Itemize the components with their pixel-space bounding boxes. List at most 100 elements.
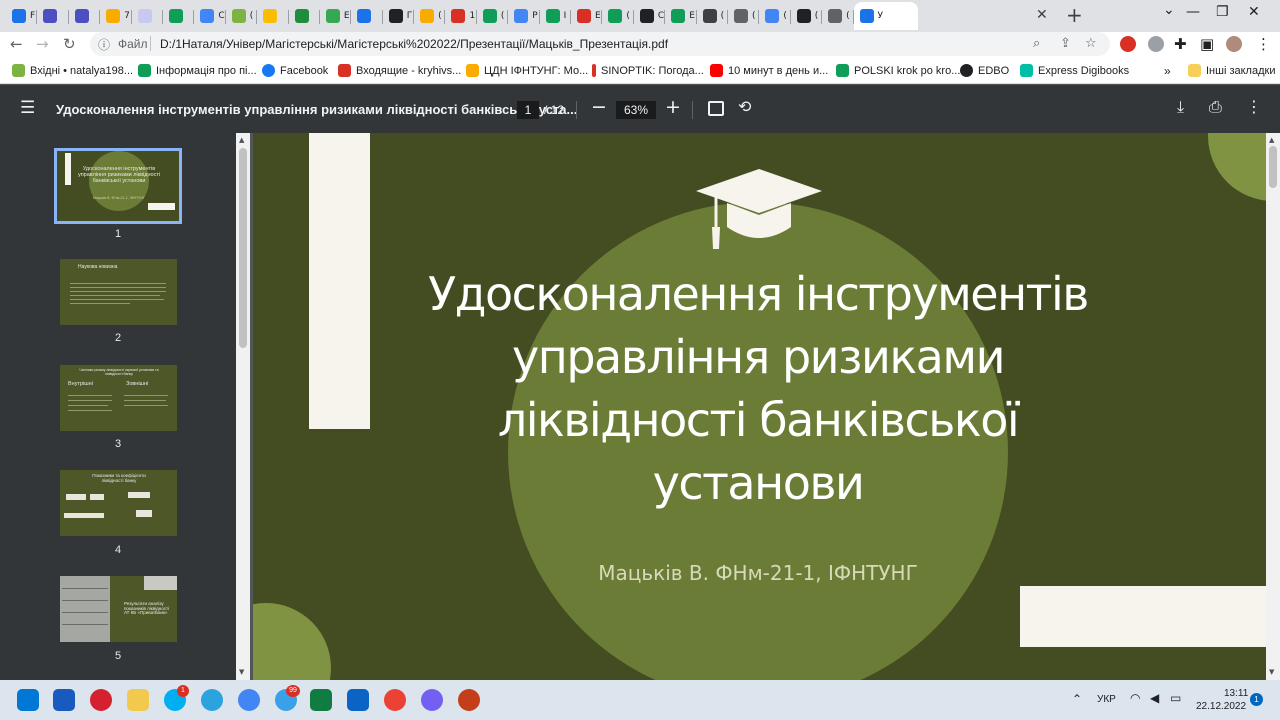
- tray-chevron-icon[interactable]: ⌃: [1072, 692, 1082, 706]
- extensions-puzzle-icon[interactable]: ✚: [1174, 35, 1187, 53]
- maximize-button[interactable]: ❐: [1216, 4, 1229, 20]
- browser-tab[interactable]: C: [194, 4, 227, 28]
- close-tab-icon[interactable]: ✕: [1036, 7, 1048, 23]
- viber-icon[interactable]: [421, 689, 443, 711]
- notification-badge[interactable]: 1: [1250, 693, 1263, 706]
- profile-avatar[interactable]: [1226, 36, 1242, 52]
- browser-tab[interactable]: (: [414, 4, 446, 28]
- pdf-viewer[interactable]: Удосконалення інструментів управління ри…: [250, 133, 1266, 680]
- page-thumbnail-5[interactable]: Результати аналізу показників ліквідност…: [60, 576, 177, 642]
- sidebar-menu-icon[interactable]: ☰: [20, 98, 35, 118]
- file-explorer-icon[interactable]: [127, 689, 149, 711]
- adblock-extension-icon[interactable]: [1120, 36, 1136, 52]
- bookmark-item[interactable]: 10 минут в день и...: [710, 64, 828, 77]
- volume-icon[interactable]: ◀: [1150, 691, 1159, 705]
- browser-tab[interactable]: E: [320, 4, 352, 28]
- browser-tab[interactable]: [37, 4, 70, 28]
- chrome-icon[interactable]: [384, 689, 406, 711]
- browser-tab[interactable]: [289, 4, 321, 28]
- browser-tab[interactable]: (: [226, 4, 258, 28]
- tab-search-icon[interactable]: ⌄: [1163, 2, 1175, 18]
- zoom-level-input[interactable]: 63%: [616, 101, 656, 119]
- browser-tab[interactable]: (: [822, 4, 854, 28]
- browser-tab[interactable]: (: [477, 4, 509, 28]
- fit-to-page-icon[interactable]: [708, 101, 724, 116]
- page-thumbnail-2[interactable]: Наукова новизна: [60, 259, 177, 325]
- zoom-in-button[interactable]: +: [665, 96, 681, 118]
- viewer-scrollbar-thumb[interactable]: [1269, 146, 1277, 188]
- scroll-up-arrow-icon[interactable]: ▲: [1269, 136, 1274, 144]
- url-text[interactable]: D:/1Наталя/Універ/Магістерські/Магістерс…: [160, 37, 668, 51]
- browser-tab[interactable]: (: [602, 4, 635, 28]
- start-button-icon[interactable]: [17, 689, 39, 711]
- battery-icon[interactable]: ▭: [1170, 691, 1181, 705]
- bookmark-item[interactable]: Інформація про пі...: [138, 64, 257, 77]
- forward-icon[interactable]: →: [36, 35, 49, 53]
- bookmark-item[interactable]: Вхідні • natalya198...: [12, 64, 133, 77]
- zoom-out-button[interactable]: −: [591, 96, 607, 118]
- globe-extension-icon[interactable]: [1148, 36, 1164, 52]
- word-icon[interactable]: [53, 689, 75, 711]
- other-bookmarks-folder[interactable]: Інші закладки: [1188, 64, 1275, 77]
- chrome-icon[interactable]: [238, 689, 260, 711]
- address-bar[interactable]: ⓘ Файл D:/1Наталя/Універ/Магістерські/Ма…: [90, 32, 1110, 56]
- powerpoint-icon[interactable]: [458, 689, 480, 711]
- browser-tab[interactable]: E: [571, 4, 603, 28]
- share-icon[interactable]: ⇪: [1060, 36, 1071, 51]
- side-panel-icon[interactable]: ▣: [1200, 35, 1214, 53]
- browser-tab[interactable]: P: [508, 4, 541, 28]
- browser-tab[interactable]: [163, 4, 195, 28]
- bookmark-star-icon[interactable]: ☆: [1085, 36, 1097, 51]
- telegram-icon[interactable]: [201, 689, 223, 711]
- more-options-icon[interactable]: ⋮: [1246, 97, 1262, 116]
- bookmark-item[interactable]: Входящие - kryhivs...: [338, 64, 461, 77]
- sidebar-scrollbar-thumb[interactable]: [239, 148, 247, 348]
- browser-tab[interactable]: 1: [445, 4, 478, 28]
- opera-icon[interactable]: [90, 689, 112, 711]
- download-icon[interactable]: ⤓: [1177, 97, 1184, 117]
- page-thumbnail-4[interactable]: Показники та коефіцієнти ліквідності бан…: [60, 470, 177, 536]
- info-icon[interactable]: ⓘ: [98, 36, 110, 53]
- outlook-icon[interactable]: [347, 689, 369, 711]
- page-thumbnail-3[interactable]: Чинники ризику ліквідності окремої устан…: [60, 365, 177, 431]
- bookmark-item[interactable]: SINOPTIK: Погода...: [592, 64, 704, 77]
- minimize-button[interactable]: —: [1186, 4, 1200, 20]
- browser-tab-active[interactable]: У: [853, 2, 918, 30]
- clock-time[interactable]: 13:11: [1224, 688, 1248, 699]
- back-icon[interactable]: ←: [10, 35, 23, 53]
- window-close-button[interactable]: ✕: [1248, 4, 1260, 20]
- browser-tab[interactable]: (: [791, 4, 823, 28]
- browser-tab[interactable]: C: [634, 4, 666, 28]
- bookmark-item[interactable]: ЦДН ІФНТУНГ: Мо...: [466, 64, 588, 77]
- scroll-down-arrow-icon[interactable]: ▼: [239, 668, 244, 676]
- browser-tab[interactable]: (: [728, 4, 760, 28]
- bookmark-item[interactable]: Facebook: [262, 64, 328, 77]
- zoom-icon[interactable]: ⌕: [1033, 36, 1040, 51]
- bookmark-item[interactable]: Express Digibooks: [1020, 64, 1129, 77]
- browser-tab[interactable]: (: [759, 4, 792, 28]
- clock-date[interactable]: 22.12.2022: [1196, 701, 1246, 712]
- scroll-down-arrow-icon[interactable]: ▼: [1269, 668, 1274, 676]
- new-tab-button[interactable]: +: [1066, 3, 1083, 27]
- wifi-icon[interactable]: ◠: [1130, 691, 1140, 705]
- browser-tab[interactable]: F: [6, 4, 38, 28]
- browser-tab[interactable]: [132, 4, 164, 28]
- browser-tab[interactable]: I: [540, 4, 572, 28]
- bookmark-item[interactable]: EDBO: [960, 64, 1009, 77]
- browser-tab[interactable]: [257, 4, 289, 28]
- rotate-icon[interactable]: ⟲: [738, 97, 751, 116]
- browser-tab[interactable]: Г: [383, 4, 415, 28]
- excel-icon[interactable]: [310, 689, 332, 711]
- language-indicator[interactable]: УКР: [1097, 694, 1116, 705]
- print-icon[interactable]: ⎙: [1209, 97, 1222, 117]
- viewer-scrollbar[interactable]: [1266, 133, 1280, 680]
- page-number-input[interactable]: 1: [517, 101, 539, 119]
- bookmarks-overflow-button[interactable]: »: [1164, 64, 1171, 78]
- bookmark-item[interactable]: POLSKI krok po kro...: [836, 64, 960, 77]
- page-thumbnail-1[interactable]: Удосконалення інструментів управління ри…: [54, 148, 182, 224]
- browser-tab[interactable]: [69, 4, 101, 28]
- chrome-menu-icon[interactable]: ⋮: [1256, 35, 1271, 53]
- browser-tab[interactable]: [351, 4, 384, 28]
- scroll-up-arrow-icon[interactable]: ▲: [239, 136, 244, 144]
- reload-icon[interactable]: ↻: [63, 35, 76, 53]
